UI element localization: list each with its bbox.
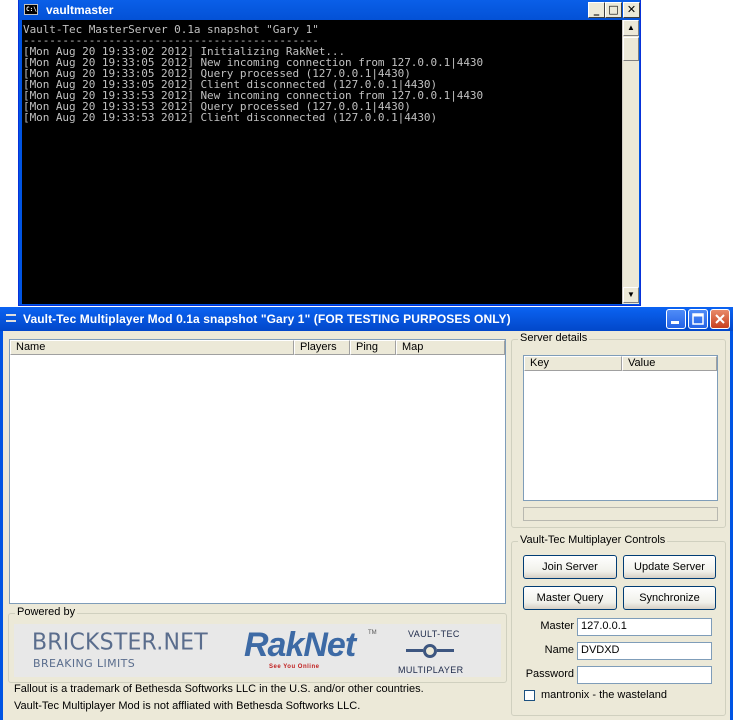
server-checkbox[interactable] [524,690,535,701]
multiplayer-client-area: Name Players Ping Map Powered by BRICKST… [3,331,730,720]
console-maximize-button[interactable]: □ [605,2,622,18]
server-details-list[interactable]: Key Value [523,355,718,501]
sponsor-logos: BRICKSTER.NET BREAKING LIMITS RakNet TM … [14,624,501,677]
minimize-button[interactable] [666,309,686,329]
server-details-status-bar [523,507,718,521]
column-header-players[interactable]: Players [294,340,350,355]
vaulttec-wing-icon [437,649,454,652]
column-header-key[interactable]: Key [524,356,622,371]
master-input[interactable]: 127.0.0.1 [577,618,712,636]
vaulttec-logo-bottom: MULTIPLAYER [398,665,464,675]
brickster-tagline: BREAKING LIMITS [33,657,136,670]
console-window: C:\ vaultmaster _ □ ✕ Vault-Tec MasterSe… [18,0,641,306]
system-menu-icon[interactable] [6,314,16,322]
master-label: Master [540,620,574,632]
powered-by-group: Powered by BRICKSTER.NET BREAKING LIMITS… [8,606,507,683]
console-window-title: vaultmaster [46,3,114,17]
name-label: Name [544,644,574,656]
vaulttec-wing-icon [406,649,423,652]
vaulttec-gear-icon [423,644,437,658]
server-list-header: Name Players Ping Map [10,340,505,355]
console-line: [Mon Aug 20 19:33:53 2012] Client discon… [23,111,438,124]
server-list[interactable]: Name Players Ping Map [9,339,506,604]
server-checkbox-label[interactable]: mantronix - the wasteland [541,689,667,701]
raknet-logo: RakNet [244,626,356,664]
maximize-button[interactable] [688,309,708,329]
password-input[interactable] [577,666,712,684]
password-label: Password [525,668,574,680]
close-button[interactable] [710,309,730,329]
server-details-header: Key Value [524,356,717,371]
synchronize-button[interactable]: Synchronize [623,586,716,610]
brickster-logo: BRICKSTER.NET [32,629,208,656]
close-icon [715,314,725,324]
server-details-label: Server details [518,332,590,344]
console-close-button[interactable]: ✕ [623,2,640,18]
multiplayer-controls-group: Vault-Tec Multiplayer Controls Join Serv… [511,534,726,716]
column-header-map[interactable]: Map [396,340,505,355]
console-minimize-button[interactable]: _ [588,2,605,18]
multiplayer-window-title: Vault-Tec Multiplayer Mod 0.1a snapshot … [23,312,511,326]
trademark-notice: Fallout is a trademark of Bethesda Softw… [14,683,424,695]
multiplayer-window: Vault-Tec Multiplayer Mod 0.1a snapshot … [0,307,733,720]
name-input[interactable]: DVDXD [577,642,712,660]
controls-label: Vault-Tec Multiplayer Controls [518,534,668,546]
console-output: Vault-Tec MasterServer 0.1a snapshot "Ga… [22,20,622,304]
multiplayer-titlebar[interactable]: Vault-Tec Multiplayer Mod 0.1a snapshot … [0,307,733,331]
scroll-down-arrow-icon[interactable]: ▼ [623,287,639,303]
console-app-icon: C:\ [24,4,38,15]
raknet-tagline: See You Online [269,664,320,670]
affiliation-notice: Vault-Tec Multiplayer Mod is not affliat… [14,700,361,712]
scroll-up-arrow-icon[interactable]: ▲ [623,20,639,36]
column-header-ping[interactable]: Ping [350,340,396,355]
server-details-group: Server details Key Value [511,332,726,528]
column-header-value[interactable]: Value [622,356,717,371]
maximize-icon [692,313,704,325]
scroll-thumb[interactable] [623,37,639,61]
powered-by-label: Powered by [15,606,78,618]
raknet-trademark: TM [368,630,377,636]
master-query-button[interactable]: Master Query [523,586,617,610]
vaulttec-logo-top: VAULT-TEC [408,629,460,639]
console-titlebar[interactable]: C:\ vaultmaster _ □ ✕ [19,0,640,20]
join-server-button[interactable]: Join Server [523,555,617,579]
column-header-name[interactable]: Name [10,340,294,355]
console-scrollbar[interactable]: ▲ ▼ [622,20,639,304]
minimize-icon [671,321,679,324]
update-server-button[interactable]: Update Server [623,555,716,579]
